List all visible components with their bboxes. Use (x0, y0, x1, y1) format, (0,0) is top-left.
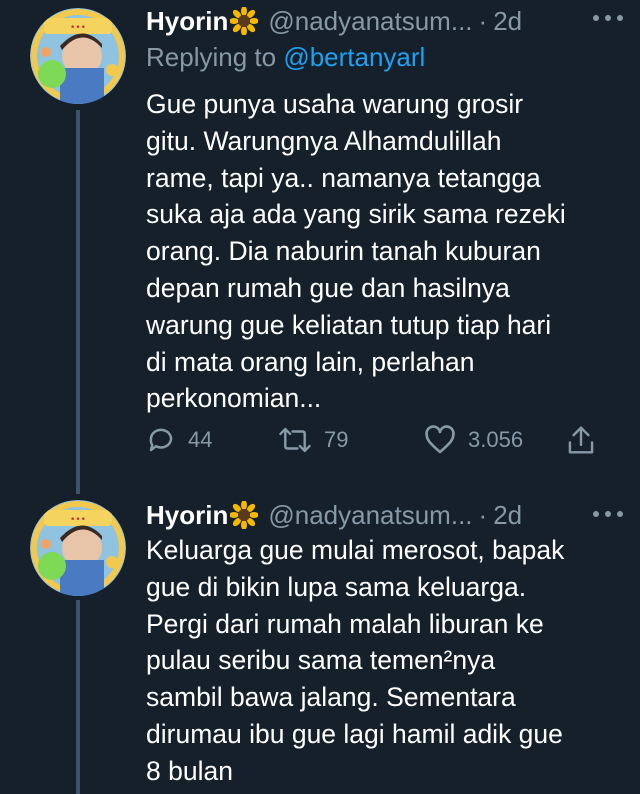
author-name[interactable]: Hyorin (146, 500, 228, 531)
tweet-text-line: orang. Dia naburin tanah kuburan (146, 236, 541, 267)
tweet-text-line: depan rumah gue dan hasilnya (146, 272, 510, 303)
reply-button[interactable]: 44 (146, 425, 212, 455)
like-count: 3.056 (468, 427, 524, 452)
tweet-text: Keluarga gue mulai merosot, bapak gue di… (146, 532, 616, 790)
reply-icon (146, 425, 176, 455)
tweet-text-line: rame, tapi ya.. namanya tetangga (146, 162, 541, 193)
retweet-icon (278, 425, 312, 455)
tweet-text-line: gue di bikin lupa sama keluarga. (146, 571, 527, 602)
reply-count: 44 (188, 427, 213, 452)
avatar[interactable]: ••• (30, 8, 126, 104)
replying-to: Replying to @bertanyarl (146, 42, 425, 73)
heart-icon (424, 425, 456, 455)
separator: · (478, 499, 488, 530)
tweet-text-line: Keluarga gue mulai merosot, bapak (146, 535, 565, 565)
like-button[interactable]: 3.056 (424, 425, 523, 455)
thread-line (76, 110, 80, 494)
avatar[interactable]: ••• (30, 500, 126, 596)
replying-to-label: Replying to (146, 42, 277, 72)
retweet-count: 79 (324, 427, 349, 452)
tweet-text-line: suka aja ada yang sirik sama rezeki (146, 199, 566, 230)
separator: · (478, 5, 488, 36)
tweet-text-line: pulau seribu sama temen²nya (146, 645, 496, 676)
svg-text:•••: ••• (70, 515, 86, 525)
tweet-text-line: perkonomian... (146, 383, 322, 414)
share-button[interactable] (566, 424, 596, 456)
tweet-text-line: warung gue keliatan tutup tiap hari (146, 309, 552, 340)
tweet-text-line: sambil bawa jalang. Sementara (146, 682, 516, 713)
share-icon (566, 424, 596, 456)
tweet-header: Hyorin @nadyanatsum... · 2d (146, 498, 624, 532)
reply-mention-link[interactable]: @bertanyarl (283, 42, 425, 72)
author-handle[interactable]: @nadyanatsum... (268, 500, 472, 531)
retweet-button[interactable]: 79 (278, 425, 348, 455)
author-name[interactable]: Hyorin (146, 6, 228, 37)
tweet-text: Gue punya usaha warung grosir gitu. Waru… (146, 86, 616, 417)
sunflower-icon (229, 500, 260, 530)
tweet-text-line: gitu. Warungnya Alhamdulillah (146, 125, 502, 156)
more-icon[interactable] (590, 502, 626, 532)
more-icon[interactable] (590, 6, 626, 36)
timestamp[interactable]: 2d (493, 500, 522, 531)
author-handle[interactable]: @nadyanatsum... (268, 6, 472, 37)
tweet-text-line: Pergi dari rumah malah liburan ke (146, 608, 544, 639)
tweet-actions: 44 79 3.056 (146, 420, 606, 460)
tweet-text-line: 8 bulan (146, 755, 233, 786)
thread-line (76, 600, 80, 794)
svg-text:•••: ••• (70, 23, 86, 33)
tweet-text-line: Gue punya usaha warung grosir (146, 89, 524, 119)
tweet-text-line: di mata orang lain, perlahan (146, 346, 475, 377)
timestamp[interactable]: 2d (493, 6, 522, 37)
tweet-text-line: dirumau ibu gue lagi hamil adik gue (146, 718, 563, 749)
sunflower-icon (229, 6, 260, 36)
tweet-header: Hyorin @nadyanatsum... · 2d (146, 4, 624, 38)
